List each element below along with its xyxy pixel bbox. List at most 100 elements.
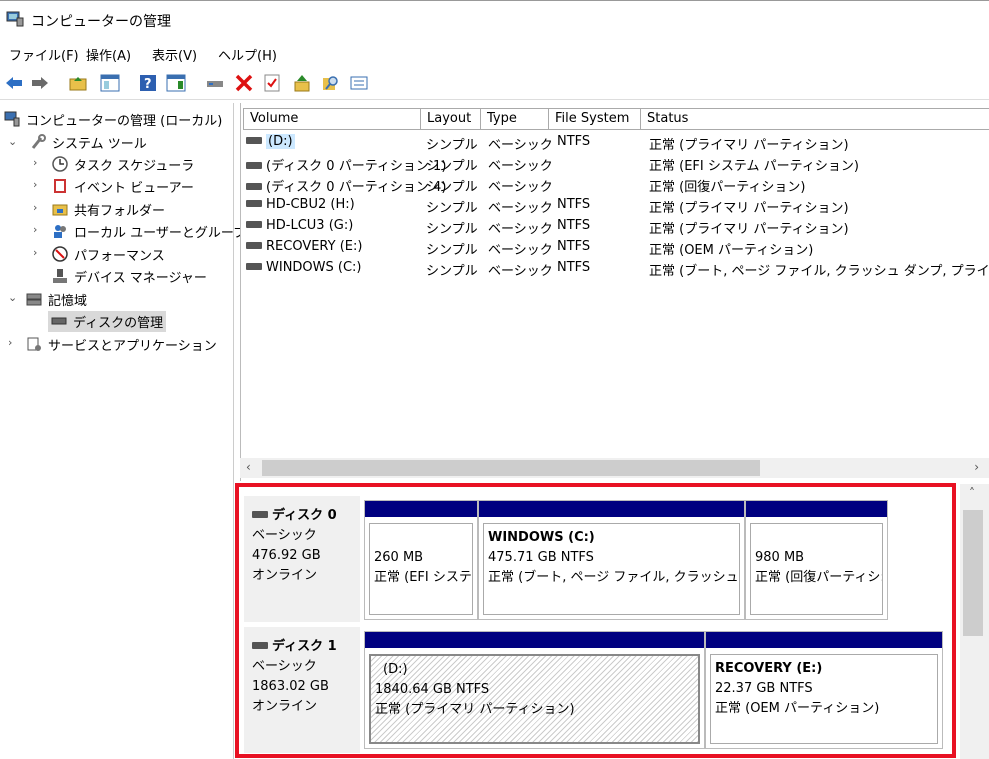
help-icon[interactable]: ? (137, 72, 159, 94)
column-header-status[interactable]: Status (641, 108, 989, 130)
cell-fs: NTFS (557, 260, 591, 275)
volume-icon (246, 183, 262, 190)
chevron-right-icon[interactable]: › (33, 156, 37, 169)
cell-status: 正常 (プライマリ パーティション) (649, 222, 849, 237)
chevron-right-icon[interactable]: › (33, 201, 37, 214)
chevron-right-icon[interactable]: › (33, 246, 37, 259)
back-arrow-icon[interactable] (3, 72, 25, 94)
chevron-right-icon[interactable]: › (33, 223, 37, 236)
table-row[interactable]: HD-CBU2 (H:) シンプル ベーシック NTFS 正常 (プライマリ パ… (241, 195, 989, 216)
scroll-right-icon[interactable]: › (974, 460, 979, 474)
volume-icon (246, 221, 262, 228)
shared-folder-icon (52, 201, 68, 217)
menu-action[interactable]: 操作(A) (86, 45, 131, 64)
menu-bar: ファイル(F) 操作(A) 表示(V) ヘルプ(H) (0, 42, 989, 66)
navigation-tree: コンピューターの管理 (ローカル) ⌄ システム ツール › タスク スケジュー… (0, 103, 246, 759)
tree-item-shared-folders[interactable]: 共有フォルダー (52, 198, 165, 220)
volume-list: Volume Layout Type File System Status (D… (240, 103, 989, 481)
column-header-volume[interactable]: Volume (243, 108, 421, 130)
tree-item-disk-management[interactable]: ディスクの管理 (48, 310, 167, 332)
scroll-left-icon[interactable]: ‹ (246, 460, 251, 474)
volume-name: (D:) (266, 134, 295, 149)
volume-name: (ディスク 0 パーティション 4) (266, 180, 447, 195)
clock-icon (52, 156, 68, 172)
cell-status: 正常 (EFI システム パーティション) (649, 159, 859, 174)
tree-item-system-tools[interactable]: システム ツール (30, 131, 147, 153)
cell-type: ベーシック (488, 222, 553, 237)
forward-arrow-icon[interactable] (29, 72, 51, 94)
tree-item-performance[interactable]: パフォーマンス (52, 243, 165, 265)
table-row[interactable]: HD-LCU3 (G:) シンプル ベーシック NTFS 正常 (プライマリ パ… (241, 216, 989, 237)
tree-item-root[interactable]: コンピューターの管理 (ローカル) (4, 108, 222, 130)
tree-item-services-apps[interactable]: サービスとアプリケーション (26, 333, 217, 355)
table-row[interactable]: WINDOWS (C:) シンプル ベーシック NTFS 正常 (ブート, ペー… (241, 258, 989, 279)
cell-status: 正常 (プライマリ パーティション) (649, 201, 849, 216)
cell-layout: シンプル (426, 264, 478, 279)
table-row[interactable]: (ディスク 0 パーティション 1) シンプル ベーシック 正常 (EFI シス… (241, 153, 989, 174)
delete-icon[interactable] (233, 72, 255, 94)
cell-type: ベーシック (488, 201, 553, 216)
volume-name: (ディスク 0 パーティション 1) (266, 159, 447, 174)
selected-highlight: ディスクの管理 (48, 310, 167, 332)
column-header-file-system[interactable]: File System (549, 108, 641, 130)
details-icon[interactable] (348, 72, 370, 94)
volume-icon (246, 242, 262, 249)
scrollbar-thumb[interactable] (262, 460, 760, 476)
chevron-down-icon[interactable]: ⌄ (8, 135, 17, 148)
tree-item-task-scheduler[interactable]: タスク スケジューラ (52, 153, 194, 175)
horizontal-scrollbar[interactable]: ‹ › (240, 458, 989, 478)
menu-view[interactable]: 表示(V) (152, 45, 197, 64)
volume-icon (246, 263, 262, 270)
cell-fs: NTFS (557, 239, 591, 254)
show-hide-tree-icon[interactable] (99, 72, 121, 94)
search-icon[interactable] (320, 72, 342, 94)
cell-layout: シンプル (426, 159, 478, 174)
connect-drive-icon[interactable] (204, 72, 226, 94)
computer-icon (4, 111, 20, 127)
show-action-pane-icon[interactable] (165, 72, 187, 94)
check-properties-icon[interactable] (261, 72, 283, 94)
menu-help[interactable]: ヘルプ(H) (218, 45, 277, 64)
window-title: コンピューターの管理 (31, 14, 171, 30)
cell-type: ベーシック (488, 243, 553, 258)
highlight-frame (235, 483, 956, 758)
services-icon (26, 336, 42, 352)
device-manager-icon (52, 268, 68, 284)
cell-type: ベーシック (488, 138, 553, 153)
open-folder-icon[interactable] (291, 72, 313, 94)
tools-icon (30, 134, 46, 150)
volume-icon (246, 200, 262, 207)
tree-item-device-manager[interactable]: デバイス マネージャー (52, 265, 207, 287)
volume-name: RECOVERY (E:) (266, 239, 363, 254)
chevron-right-icon[interactable]: › (33, 178, 37, 191)
cell-status: 正常 (回復パーティション) (649, 180, 806, 195)
volume-name: HD-LCU3 (G:) (266, 218, 354, 233)
performance-icon (52, 246, 68, 262)
chevron-down-icon[interactable]: ⌄ (8, 291, 17, 304)
cell-fs: NTFS (557, 134, 591, 149)
cell-type: ベーシック (488, 264, 553, 279)
cell-status: 正常 (プライマリ パーティション) (649, 138, 849, 153)
tree-item-event-viewer[interactable]: イベント ビューアー (52, 175, 194, 197)
menu-file[interactable]: ファイル(F) (9, 45, 79, 64)
volume-name: WINDOWS (C:) (266, 260, 362, 275)
event-viewer-icon (52, 178, 68, 194)
chevron-right-icon[interactable]: › (8, 336, 12, 349)
users-icon (52, 223, 68, 239)
computer-management-icon (6, 11, 24, 27)
table-row[interactable]: RECOVERY (E:) シンプル ベーシック NTFS 正常 (OEM パー… (241, 237, 989, 258)
disk-icon (51, 313, 67, 329)
cell-layout: シンプル (426, 201, 478, 216)
tree-item-local-users[interactable]: ローカル ユーザーとグループ (52, 220, 246, 242)
tree-item-storage[interactable]: 記憶域 (26, 288, 87, 310)
cell-layout: シンプル (426, 243, 478, 258)
table-row[interactable]: (ディスク 0 パーティション 4) シンプル ベーシック 正常 (回復パーティ… (241, 174, 989, 195)
cell-fs: NTFS (557, 218, 591, 233)
column-header-type[interactable]: Type (481, 108, 549, 130)
vertical-scrollbar[interactable]: ˄ (960, 484, 989, 759)
folder-up-icon[interactable] (67, 72, 89, 94)
scrollbar-thumb[interactable] (963, 510, 983, 636)
column-header-layout[interactable]: Layout (421, 108, 481, 130)
scroll-up-icon[interactable]: ˄ (969, 486, 975, 500)
table-row[interactable]: (D:) シンプル ベーシック NTFS 正常 (プライマリ パーティション) (241, 132, 989, 153)
